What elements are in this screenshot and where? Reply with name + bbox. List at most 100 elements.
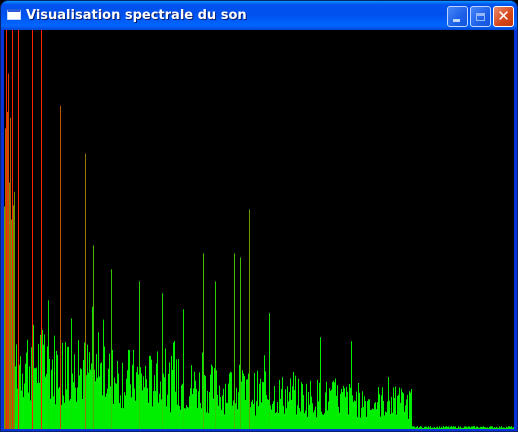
spectrum-bar	[6, 30, 7, 429]
spectrum-bar	[397, 396, 398, 429]
spectrum-bar	[468, 426, 469, 429]
spectrum-bar	[313, 412, 314, 429]
title-bar[interactable]: Visualisation spectrale du son ✕	[1, 1, 517, 30]
spectrum-bar	[152, 406, 153, 429]
spectrum-bar	[342, 392, 343, 429]
spectrum-bar	[148, 402, 149, 429]
spectrum-bar	[467, 427, 468, 429]
spectrum-bar	[482, 426, 483, 429]
spectrum-bar	[183, 309, 184, 429]
spectrum-bar	[87, 344, 88, 429]
spectrum-bar	[207, 390, 208, 429]
spectrum-bar	[423, 427, 424, 429]
spectrum-bar	[95, 381, 96, 429]
spectrum-bar	[97, 377, 98, 429]
spectrum-bar	[494, 427, 495, 429]
spectrum-bar	[174, 340, 175, 429]
spectrum-bar	[503, 427, 504, 429]
spectrum-bar	[34, 368, 35, 429]
spectrum-bar	[169, 362, 170, 429]
spectrum-bar	[199, 372, 200, 429]
spectrum-bar	[261, 402, 262, 429]
spectrum-bar	[164, 377, 165, 429]
maximize-button[interactable]	[470, 6, 491, 27]
spectrum-bar	[345, 396, 346, 429]
spectrum-bar	[179, 405, 180, 429]
spectrum-bar	[193, 388, 194, 429]
spectrum-bar	[414, 426, 415, 429]
spectrum-bar	[399, 387, 400, 429]
spectrum-bar	[177, 404, 178, 429]
spectrum-bar	[328, 401, 329, 429]
spectrum-bar	[36, 367, 37, 429]
spectrum-bar	[62, 342, 63, 429]
spectrum-bar	[450, 426, 451, 429]
spectrum-bar	[48, 300, 49, 429]
window-icon[interactable]	[7, 9, 21, 20]
spectrum-bar	[513, 427, 514, 429]
spectrum-bar	[24, 383, 25, 429]
spectrum-bar	[376, 409, 377, 429]
spectrum-bar	[14, 191, 15, 429]
spectrum-bar	[4, 206, 5, 429]
spectrum-bar	[458, 426, 459, 429]
spectrum-bar	[346, 386, 347, 429]
spectrum-bar	[163, 373, 164, 429]
spectrum-bar	[76, 401, 77, 429]
spectrum-bar	[309, 404, 310, 429]
spectrum-bar	[15, 366, 16, 429]
spectrum-bar	[73, 382, 74, 429]
spectrum-bar	[190, 388, 191, 429]
spectrum-bar	[250, 407, 251, 429]
spectrum-bar	[92, 306, 93, 429]
spectrum-bar	[69, 400, 70, 429]
spectrum-bar	[136, 372, 137, 429]
spectrum-bar	[480, 426, 481, 429]
spectrum-bar	[486, 427, 487, 429]
spectrum-bar	[348, 414, 349, 429]
spectrum-bar	[460, 426, 461, 429]
spectrum-bar	[25, 363, 26, 429]
spectrum-bar	[422, 427, 423, 429]
spectrum-bar	[260, 378, 261, 429]
spectrum-bar	[57, 354, 58, 429]
spectrum-bar	[59, 386, 60, 429]
spectrum-bar	[47, 346, 48, 429]
spectrum-bar	[170, 412, 171, 429]
spectrum-bar	[19, 364, 20, 429]
close-button[interactable]: ✕	[493, 6, 514, 27]
spectrum-bar	[331, 389, 332, 429]
spectrum-bar	[437, 426, 438, 429]
spectrum-bar	[125, 395, 126, 429]
spectrum-bar	[380, 416, 381, 429]
spectrum-bar	[83, 360, 84, 429]
spectrum-bar	[110, 386, 111, 429]
spectrum-bar	[113, 403, 114, 429]
spectrum-bar	[341, 388, 342, 429]
spectrum-bar	[254, 373, 255, 429]
spectrum-bar	[42, 329, 43, 429]
spectrum-bar	[151, 359, 152, 429]
spectrum-bar	[304, 413, 305, 429]
spectrum-bar	[157, 351, 158, 429]
spectrum-bar	[375, 402, 376, 429]
spectrum-bar	[256, 401, 257, 429]
spectrum-bar	[123, 408, 124, 429]
spectrum-bar	[463, 427, 464, 429]
spectrum-bar	[185, 408, 186, 429]
spectrum-bar	[344, 388, 345, 429]
spectrum-bar	[366, 416, 367, 429]
minimize-button[interactable]	[447, 6, 468, 27]
spectrum-bar	[334, 382, 335, 429]
spectrum-bar	[205, 376, 206, 429]
spectrum-bar	[240, 257, 241, 429]
spectrum-bar	[350, 387, 351, 429]
spectrum-bar	[292, 386, 293, 429]
spectrum-bar	[273, 401, 274, 429]
spectrum-bar	[340, 393, 341, 429]
spectrum-bar	[363, 407, 364, 429]
spectrum-bar	[88, 372, 89, 429]
spectrum-bar	[33, 324, 34, 429]
spectrum-bar	[511, 426, 512, 429]
spectrum-bar	[230, 371, 231, 429]
